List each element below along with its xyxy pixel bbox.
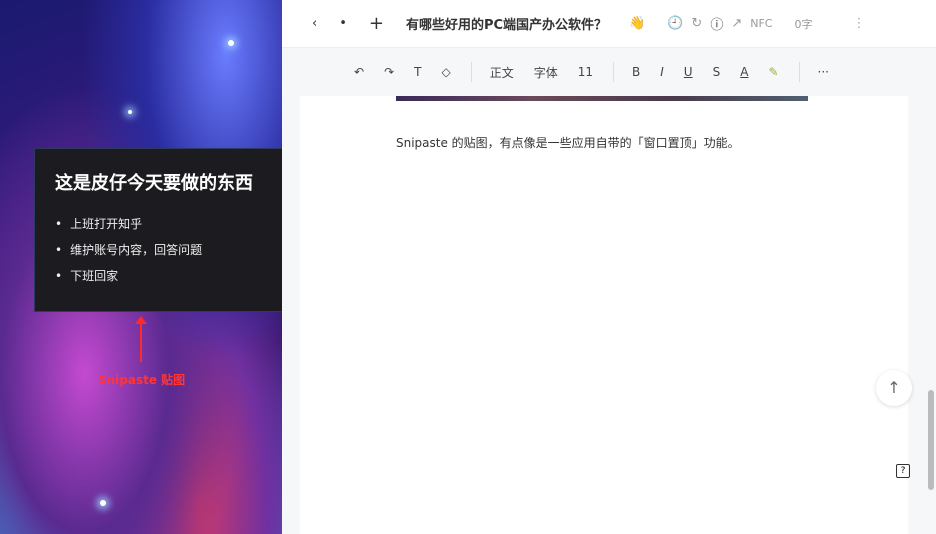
bullet-item: 维护账号内容，回答问题	[55, 241, 293, 258]
light-dot	[100, 500, 106, 506]
document-title[interactable]: 有哪些好用的PC端国产办公软件？	[406, 14, 607, 33]
font-color-button[interactable]: A	[740, 65, 748, 79]
emoji-icon[interactable]: 👋	[629, 16, 645, 31]
bullet-item: 下班回家	[55, 267, 293, 284]
status-text: NFC	[750, 17, 773, 30]
bullet-item: 上班打开知乎	[55, 215, 293, 232]
clear-format-icon[interactable]: T	[414, 65, 421, 79]
embedded-image	[396, 96, 808, 101]
format-toolbar: ↶ ↷ T ◇ 正文 字体 11 B I U S A ✎ ···	[282, 48, 936, 96]
more-options-button[interactable]: ···	[818, 65, 829, 79]
eraser-icon[interactable]: ◇	[441, 65, 450, 79]
back-to-top-button[interactable]: ↑	[876, 370, 912, 406]
font-select[interactable]: 字体	[534, 64, 558, 81]
share-icon[interactable]: ↗	[731, 16, 742, 31]
back-icon[interactable]: ‹	[312, 16, 317, 31]
add-icon[interactable]: +	[369, 13, 384, 34]
annotation-label: Snipaste 贴图	[98, 373, 186, 387]
card-title: 这是皮仔今天要做的东西	[55, 173, 253, 194]
paragraph-style-select[interactable]: 正文	[490, 64, 514, 81]
redo-icon[interactable]: ↷	[384, 65, 394, 79]
divider	[470, 62, 472, 82]
strikethrough-button[interactable]: S	[713, 65, 721, 79]
editor-window: ‹ • + 有哪些好用的PC端国产办公软件？ 👋 🕘 ↻ ⓘ ↗ NFC 0字 …	[282, 0, 936, 534]
underline-button[interactable]: U	[684, 65, 693, 79]
red-arrow-icon	[135, 316, 147, 362]
scrollbar[interactable]	[928, 390, 934, 490]
font-size-select[interactable]: 11	[578, 65, 593, 79]
sync-icon[interactable]: ↻	[691, 16, 702, 31]
divider	[798, 62, 800, 82]
divider	[613, 62, 615, 82]
top-bar: ‹ • + 有哪些好用的PC端国产办公软件？ 👋 🕘 ↻ ⓘ ↗ NFC 0字 …	[282, 0, 936, 48]
highlight-button[interactable]: ✎	[768, 65, 778, 79]
document-page[interactable]: Snipaste 的贴图，有点像是一些应用自带的「窗口置顶」功能。	[300, 96, 908, 534]
word-count: 0字	[794, 17, 813, 31]
light-dot	[228, 40, 234, 46]
more-icon[interactable]: ⋮	[853, 16, 866, 31]
bold-button[interactable]: B	[632, 65, 640, 79]
help-icon[interactable]: ?	[896, 464, 910, 478]
italic-button[interactable]: I	[660, 65, 664, 79]
dropdown-icon[interactable]: •	[339, 16, 347, 31]
history-icon[interactable]: 🕘	[667, 16, 683, 31]
snipaste-pinned-image[interactable]: 这是皮仔今天要做的东西 上班打开知乎 维护账号内容，回答问题 下班回家	[34, 148, 314, 312]
info-icon[interactable]: ⓘ	[710, 14, 723, 33]
undo-icon[interactable]: ↶	[354, 65, 364, 79]
document-paragraph[interactable]: Snipaste 的贴图，有点像是一些应用自带的「窗口置顶」功能。	[396, 134, 740, 151]
light-dot	[128, 110, 132, 114]
